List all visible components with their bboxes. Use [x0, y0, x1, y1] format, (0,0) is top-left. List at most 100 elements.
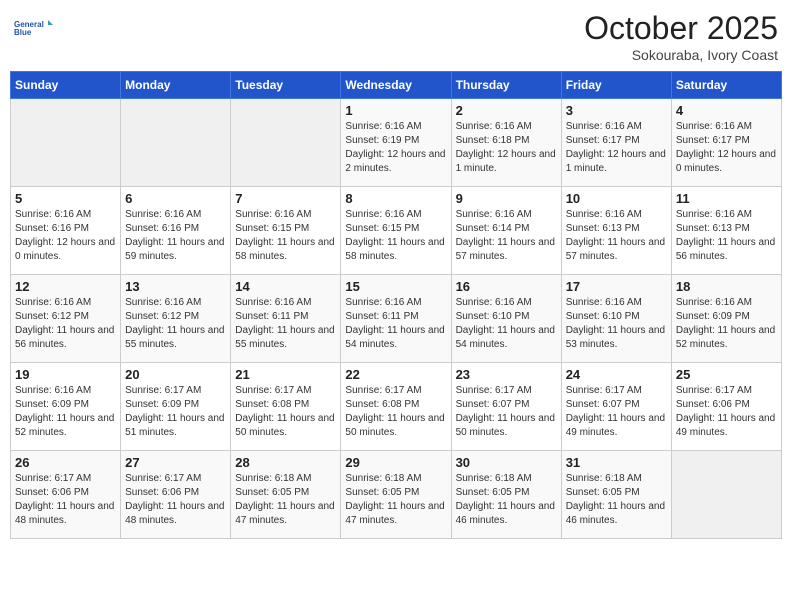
- day-info: Sunrise: 6:17 AM Sunset: 6:08 PM Dayligh…: [345, 384, 446, 440]
- calendar-cell: 9 Sunrise: 6:16 AM Sunset: 6:14 PM Daylig…: [451, 187, 561, 275]
- calendar-cell: 26 Sunrise: 6:17 AM Sunset: 6:06 PM Dayli…: [11, 451, 121, 539]
- calendar-cell: 25 Sunrise: 6:17 AM Sunset: 6:06 PM Dayli…: [671, 363, 781, 451]
- day-number: 19: [15, 367, 116, 382]
- week-row-5: 26 Sunrise: 6:17 AM Sunset: 6:06 PM Dayli…: [11, 451, 782, 539]
- calendar-cell: [671, 451, 781, 539]
- calendar-cell: 10 Sunrise: 6:16 AM Sunset: 6:13 PM Dayli…: [561, 187, 671, 275]
- day-info: Sunrise: 6:17 AM Sunset: 6:06 PM Dayligh…: [676, 384, 777, 440]
- day-info: Sunrise: 6:17 AM Sunset: 6:07 PM Dayligh…: [566, 384, 667, 440]
- day-info: Sunrise: 6:16 AM Sunset: 6:16 PM Dayligh…: [125, 208, 226, 264]
- day-info: Sunrise: 6:16 AM Sunset: 6:18 PM Dayligh…: [456, 120, 557, 176]
- day-number: 10: [566, 191, 667, 206]
- day-number: 31: [566, 455, 667, 470]
- calendar-cell: [231, 99, 341, 187]
- day-info: Sunrise: 6:17 AM Sunset: 6:09 PM Dayligh…: [125, 384, 226, 440]
- day-info: Sunrise: 6:17 AM Sunset: 6:08 PM Dayligh…: [235, 384, 336, 440]
- day-header-wednesday: Wednesday: [341, 72, 451, 99]
- day-number: 17: [566, 279, 667, 294]
- day-number: 28: [235, 455, 336, 470]
- day-number: 7: [235, 191, 336, 206]
- day-info: Sunrise: 6:16 AM Sunset: 6:15 PM Dayligh…: [235, 208, 336, 264]
- day-info: Sunrise: 6:16 AM Sunset: 6:13 PM Dayligh…: [676, 208, 777, 264]
- day-number: 11: [676, 191, 777, 206]
- day-info: Sunrise: 6:18 AM Sunset: 6:05 PM Dayligh…: [456, 472, 557, 528]
- day-info: Sunrise: 6:16 AM Sunset: 6:10 PM Dayligh…: [456, 296, 557, 352]
- day-number: 20: [125, 367, 226, 382]
- day-info: Sunrise: 6:16 AM Sunset: 6:15 PM Dayligh…: [345, 208, 446, 264]
- day-number: 18: [676, 279, 777, 294]
- day-info: Sunrise: 6:16 AM Sunset: 6:11 PM Dayligh…: [345, 296, 446, 352]
- day-number: 23: [456, 367, 557, 382]
- calendar-header-row: SundayMondayTuesdayWednesdayThursdayFrid…: [11, 72, 782, 99]
- day-number: 2: [456, 103, 557, 118]
- day-number: 5: [15, 191, 116, 206]
- day-info: Sunrise: 6:16 AM Sunset: 6:17 PM Dayligh…: [566, 120, 667, 176]
- calendar-cell: 12 Sunrise: 6:16 AM Sunset: 6:12 PM Dayli…: [11, 275, 121, 363]
- day-number: 26: [15, 455, 116, 470]
- day-header-sunday: Sunday: [11, 72, 121, 99]
- day-info: Sunrise: 6:18 AM Sunset: 6:05 PM Dayligh…: [566, 472, 667, 528]
- day-number: 6: [125, 191, 226, 206]
- day-info: Sunrise: 6:16 AM Sunset: 6:16 PM Dayligh…: [15, 208, 116, 264]
- calendar-cell: 13Sunrise: 6:16 AM Sunset: 6:12 PM Dayli…: [121, 275, 231, 363]
- calendar-table: SundayMondayTuesdayWednesdayThursdayFrid…: [10, 71, 782, 539]
- day-number: 4: [676, 103, 777, 118]
- calendar-cell: 22 Sunrise: 6:17 AM Sunset: 6:08 PM Dayli…: [341, 363, 451, 451]
- day-number: 12: [15, 279, 116, 294]
- calendar-cell: 5 Sunrise: 6:16 AM Sunset: 6:16 PM Daylig…: [11, 187, 121, 275]
- calendar-cell: 2 Sunrise: 6:16 AM Sunset: 6:18 PM Daylig…: [451, 99, 561, 187]
- day-number: 3: [566, 103, 667, 118]
- calendar-cell: 7 Sunrise: 6:16 AM Sunset: 6:15 PM Daylig…: [231, 187, 341, 275]
- day-info: Sunrise: 6:18 AM Sunset: 6:05 PM Dayligh…: [235, 472, 336, 528]
- day-info: Sunrise: 6:16 AM Sunset: 6:12 PM Dayligh…: [15, 296, 116, 352]
- logo: General Blue: [14, 10, 54, 46]
- day-info: Sunrise: 6:16 AM Sunset: 6:10 PM Dayligh…: [566, 296, 667, 352]
- day-header-monday: Monday: [121, 72, 231, 99]
- calendar-cell: [11, 99, 121, 187]
- day-info: Sunrise: 6:16 AM Sunset: 6:13 PM Dayligh…: [566, 208, 667, 264]
- calendar-cell: 31 Sunrise: 6:18 AM Sunset: 6:05 PM Dayli…: [561, 451, 671, 539]
- day-info: Sunrise: 6:17 AM Sunset: 6:06 PM Dayligh…: [15, 472, 116, 528]
- calendar-cell: 19 Sunrise: 6:16 AM Sunset: 6:09 PM Dayli…: [11, 363, 121, 451]
- day-number: 21: [235, 367, 336, 382]
- day-number: 8: [345, 191, 446, 206]
- day-info: Sunrise: 6:18 AM Sunset: 6:05 PM Dayligh…: [345, 472, 446, 528]
- calendar-cell: 14Sunrise: 6:16 AM Sunset: 6:11 PM Dayli…: [231, 275, 341, 363]
- day-info: Sunrise: 6:16 AM Sunset: 6:09 PM Dayligh…: [676, 296, 777, 352]
- day-number: 1: [345, 103, 446, 118]
- day-info: Sunrise: 6:16 AM Sunset: 6:14 PM Dayligh…: [456, 208, 557, 264]
- calendar-cell: 4 Sunrise: 6:16 AM Sunset: 6:17 PM Daylig…: [671, 99, 781, 187]
- logo-svg: General Blue: [14, 10, 54, 46]
- week-row-4: 19 Sunrise: 6:16 AM Sunset: 6:09 PM Dayli…: [11, 363, 782, 451]
- day-number: 9: [456, 191, 557, 206]
- day-number: 15: [345, 279, 446, 294]
- day-number: 27: [125, 455, 226, 470]
- calendar-cell: 30 Sunrise: 6:18 AM Sunset: 6:05 PM Dayli…: [451, 451, 561, 539]
- calendar-cell: 23 Sunrise: 6:17 AM Sunset: 6:07 PM Dayli…: [451, 363, 561, 451]
- day-header-thursday: Thursday: [451, 72, 561, 99]
- day-number: 25: [676, 367, 777, 382]
- title-block: October 2025 Sokouraba, Ivory Coast: [584, 10, 778, 63]
- calendar-cell: 18 Sunrise: 6:16 AM Sunset: 6:09 PM Dayli…: [671, 275, 781, 363]
- day-number: 24: [566, 367, 667, 382]
- day-number: 29: [345, 455, 446, 470]
- calendar-cell: 8 Sunrise: 6:16 AM Sunset: 6:15 PM Daylig…: [341, 187, 451, 275]
- location-subtitle: Sokouraba, Ivory Coast: [584, 47, 778, 63]
- day-number: 22: [345, 367, 446, 382]
- day-info: Sunrise: 6:16 AM Sunset: 6:17 PM Dayligh…: [676, 120, 777, 176]
- calendar-cell: 6 Sunrise: 6:16 AM Sunset: 6:16 PM Daylig…: [121, 187, 231, 275]
- day-number: 16: [456, 279, 557, 294]
- day-info: Sunrise: 6:16 AM Sunset: 6:19 PM Dayligh…: [345, 120, 446, 176]
- week-row-1: 1 Sunrise: 6:16 AM Sunset: 6:19 PM Daylig…: [11, 99, 782, 187]
- day-number: 30: [456, 455, 557, 470]
- day-info: Sunrise: 6:17 AM Sunset: 6:07 PM Dayligh…: [456, 384, 557, 440]
- day-header-saturday: Saturday: [671, 72, 781, 99]
- page-header: General Blue October 2025 Sokouraba, Ivo…: [10, 10, 782, 63]
- day-info: Sunrise: 6:16 AM Sunset: 6:12 PM Dayligh…: [125, 296, 226, 352]
- month-title: October 2025: [584, 10, 778, 47]
- calendar-cell: 11 Sunrise: 6:16 AM Sunset: 6:13 PM Dayli…: [671, 187, 781, 275]
- calendar-cell: 21 Sunrise: 6:17 AM Sunset: 6:08 PM Dayli…: [231, 363, 341, 451]
- day-info: Sunrise: 6:16 AM Sunset: 6:09 PM Dayligh…: [15, 384, 116, 440]
- calendar-cell: 17 Sunrise: 6:16 AM Sunset: 6:10 PM Dayli…: [561, 275, 671, 363]
- calendar-cell: 3 Sunrise: 6:16 AM Sunset: 6:17 PM Daylig…: [561, 99, 671, 187]
